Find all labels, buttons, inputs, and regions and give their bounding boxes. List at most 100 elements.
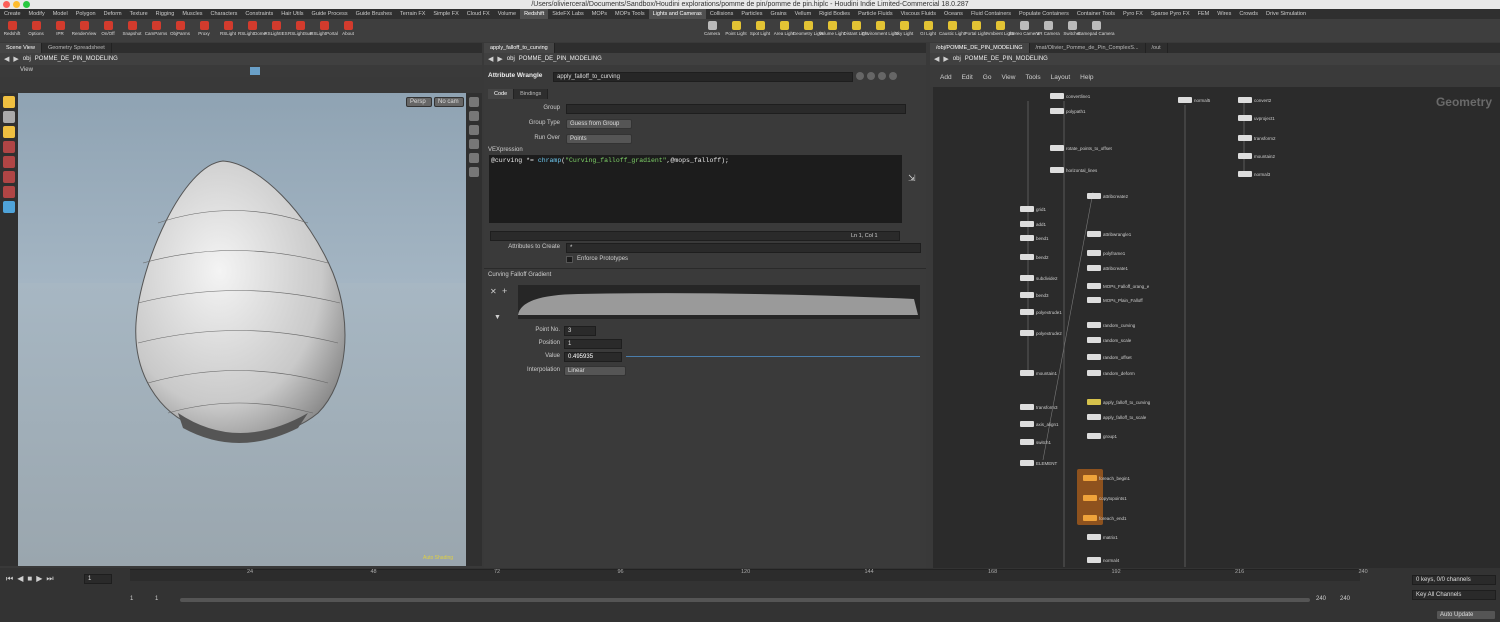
path-root[interactable]: obj — [23, 56, 31, 62]
camera-menu[interactable]: No cam — [434, 97, 464, 107]
rotate-tool-icon[interactable] — [3, 126, 15, 138]
run-over-menu[interactable]: Points — [566, 134, 632, 144]
shelf-tool-rslightsun[interactable]: RSLightSun — [288, 19, 312, 42]
vex-code-editor[interactable]: @curving *= chramp("Curving_falloff_grad… — [489, 155, 902, 223]
wireframe-icon[interactable] — [469, 111, 479, 121]
shelf-tool-gamepad-camera[interactable]: Gamepad Camera — [1077, 19, 1115, 42]
info-icon[interactable] — [878, 72, 886, 80]
tab-geometry-spreadsheet[interactable]: Geometry Spreadsheet — [41, 43, 112, 53]
shelf-tab[interactable]: Muscles — [178, 9, 206, 19]
help-icon[interactable] — [867, 72, 875, 80]
network-node[interactable] — [1087, 297, 1101, 303]
window-controls[interactable] — [3, 1, 30, 8]
3d-viewport[interactable]: Persp No cam Auto Shading — [18, 93, 466, 566]
shelf-tab[interactable]: Grains — [766, 9, 790, 19]
network-node[interactable] — [1020, 460, 1034, 466]
shelf-tool-volume-light[interactable]: Volume Light — [819, 19, 845, 42]
shelf-tab[interactable]: Simple FX — [429, 9, 462, 19]
shelf-tab[interactable]: Pyro FX — [1119, 9, 1147, 19]
shelf-tab[interactable]: Container Tools — [1073, 9, 1119, 19]
gear-icon[interactable] — [856, 72, 864, 80]
pose-tool-icon[interactable] — [3, 171, 15, 183]
shelf-tab[interactable]: Hair Utils — [277, 9, 307, 19]
shelf-tab[interactable]: Volume — [494, 9, 520, 19]
shelf-tab[interactable]: Wires — [1213, 9, 1235, 19]
network-node[interactable] — [1087, 250, 1101, 256]
shelf-tab[interactable]: Viscous Fluids — [897, 9, 940, 19]
handle-tool-icon[interactable] — [3, 156, 15, 168]
shelf-tool-stereo-camera[interactable]: Stereo Camera — [1009, 19, 1039, 42]
shelf-tool-spot-light[interactable]: Spot Light — [748, 19, 772, 42]
shelf-tool-ipr[interactable]: IPR — [48, 19, 72, 42]
auto-update-menu[interactable]: Auto Update — [1436, 610, 1496, 620]
network-node[interactable] — [1087, 557, 1101, 563]
shelf-tool-camparms[interactable]: CamParms — [144, 19, 168, 42]
network-node[interactable] — [1020, 235, 1034, 241]
path-root[interactable]: obj — [953, 56, 961, 62]
shelf-tab[interactable]: Rigging — [152, 9, 179, 19]
network-editor[interactable]: Geometry convertline1 polypath1 rotate_poi… — [933, 87, 1500, 568]
shelf-tool-on-off[interactable]: On/Off — [96, 19, 120, 42]
shelf-tab[interactable]: MOPs — [588, 9, 611, 19]
parm-spreadsheet-icon[interactable] — [889, 72, 897, 80]
back-icon[interactable]: ◀ — [4, 55, 9, 63]
network-node[interactable] — [1050, 145, 1064, 151]
shelf-tool-caustic-light[interactable]: Caustic Light — [939, 19, 965, 42]
network-node[interactable] — [1083, 515, 1097, 521]
range-slider[interactable] — [180, 598, 1310, 602]
shelf-tab[interactable]: Drive Simulation — [1262, 9, 1310, 19]
forward-icon[interactable]: ▶ — [497, 55, 502, 63]
shelf-tool-renderview[interactable]: RenderView — [72, 19, 96, 42]
shelf-tool-objparms[interactable]: ObjParms — [168, 19, 192, 42]
network-node[interactable] — [1020, 254, 1034, 260]
network-node[interactable] — [1238, 153, 1252, 159]
minimize-window-icon[interactable] — [13, 1, 20, 8]
network-node[interactable] — [1083, 475, 1097, 481]
start-frame[interactable]: 1 — [130, 596, 133, 602]
stop-icon[interactable]: ■ — [27, 574, 32, 584]
network-menu-layout[interactable]: Layout — [1051, 74, 1071, 81]
shelf-tool-proxy[interactable]: Proxy — [192, 19, 216, 42]
network-menu-tools[interactable]: Tools — [1025, 74, 1040, 81]
network-node[interactable] — [1083, 495, 1097, 501]
shelf-tab[interactable]: Cloud FX — [463, 9, 494, 19]
tab-scene-view[interactable]: Scene View — [0, 43, 42, 53]
path-node[interactable]: POMME_DE_PIN_MODELING — [35, 56, 118, 62]
tab-network-mat[interactable]: /mat/Olivier_Pomme_de_Pin_ComplexS... — [1029, 43, 1146, 53]
network-node[interactable] — [1178, 97, 1192, 103]
path-node[interactable]: POMME_DE_PIN_MODELING — [519, 56, 602, 62]
network-node[interactable] — [1087, 370, 1101, 376]
close-window-icon[interactable] — [3, 1, 10, 8]
network-node[interactable] — [1020, 439, 1034, 445]
shelf-tab[interactable]: Model — [49, 9, 72, 19]
network-node[interactable] — [1050, 167, 1064, 173]
shelf-tool-options[interactable]: Options — [24, 19, 48, 42]
shelf-tab[interactable]: SideFX Labs — [548, 9, 588, 19]
grid-icon[interactable] — [469, 125, 479, 135]
network-node[interactable] — [1238, 135, 1252, 141]
lighting-icon[interactable] — [469, 97, 479, 107]
shelf-tab[interactable]: Collisions — [706, 9, 738, 19]
shelf-tool-about[interactable]: About — [336, 19, 360, 42]
expand-editor-icon[interactable]: ⇲ — [908, 173, 916, 184]
shelf-tool-rslightdome[interactable]: RSLightDome — [238, 19, 266, 42]
forward-icon[interactable]: ▶ — [943, 55, 948, 63]
shelf-tab[interactable]: Lights and Cameras — [648, 9, 706, 19]
shelf-tool-geometry-light[interactable]: Geometry Light — [793, 19, 823, 42]
tab-bindings[interactable]: Bindings — [514, 89, 549, 99]
shelf-tab[interactable]: Polygon — [72, 9, 100, 19]
shelf-tool-rslighties[interactable]: RSLightIES — [264, 19, 288, 42]
view-tool-icon[interactable] — [3, 201, 15, 213]
shelf-tab[interactable]: Constraints — [241, 9, 277, 19]
network-node[interactable] — [1238, 97, 1252, 103]
step-back-icon[interactable]: ◀ — [17, 574, 23, 584]
shelf-tool-environment-light[interactable]: Environment Light — [862, 19, 898, 42]
ramp-curve[interactable] — [518, 285, 920, 319]
network-node[interactable] — [1087, 231, 1101, 237]
shelf-tab[interactable]: Particles — [737, 9, 766, 19]
shelf-tool-portal-light[interactable]: Portal Light — [964, 19, 988, 42]
select-tool-icon[interactable] — [3, 96, 15, 108]
shelf-tab[interactable]: Particle Fluids — [854, 9, 897, 19]
network-node[interactable] — [1020, 330, 1034, 336]
normals-icon[interactable] — [469, 167, 479, 177]
